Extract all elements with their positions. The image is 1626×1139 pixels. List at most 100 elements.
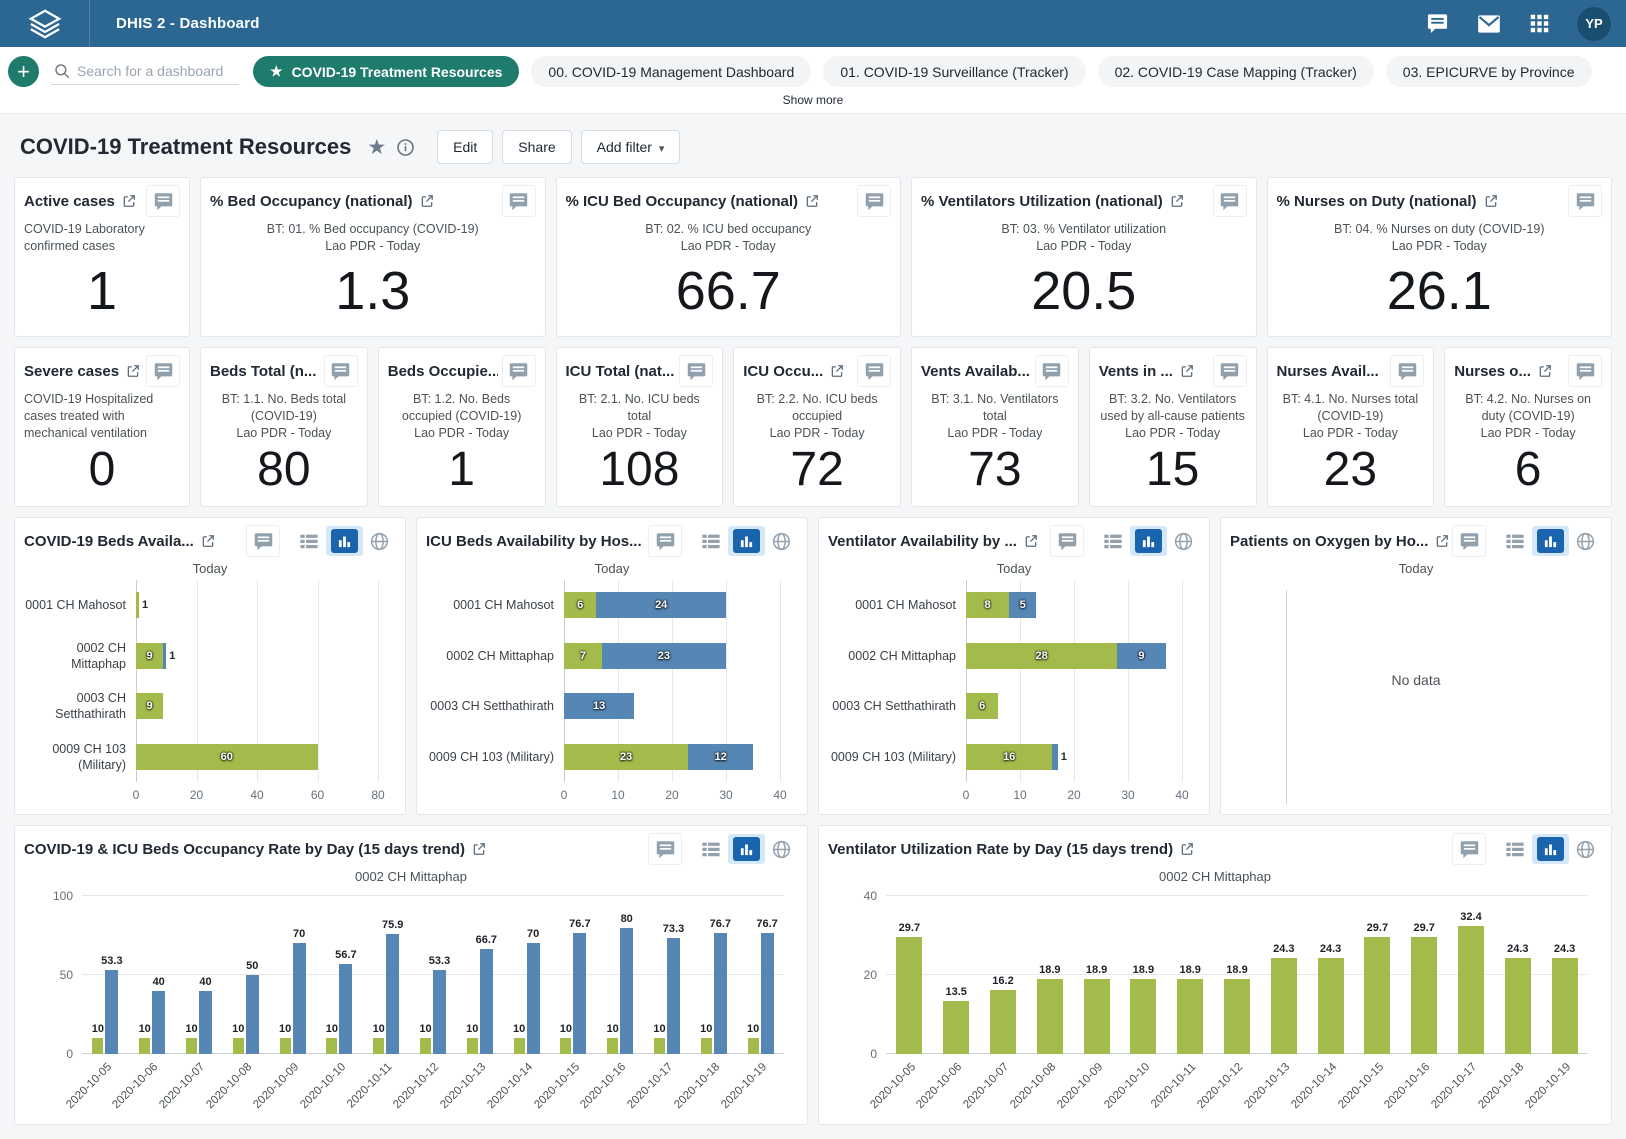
interpretations-button[interactable] [648,525,682,557]
card-title: Beds Occupie... [388,363,498,380]
share-button[interactable]: Share [502,130,571,164]
interpretations-button[interactable] [502,355,536,387]
open-in-app-icon[interactable] [420,194,434,208]
open-in-app-icon[interactable] [1180,364,1194,378]
open-in-app-icon[interactable] [1538,364,1552,378]
dashboard-chip[interactable]: 00. COVID-19 Management Dashboard [531,56,811,87]
chat-icon [1459,839,1480,860]
card-title: Vents Availab... [921,363,1031,380]
info-icon[interactable] [396,138,415,157]
map-view-tab[interactable] [1569,836,1602,863]
interpretations-button[interactable] [502,185,536,217]
edit-button[interactable]: Edit [437,130,493,164]
vertical-bar-chart: 0204029.72020-10-0513.52020-10-0616.2202… [828,886,1602,1118]
interpretations-button[interactable] [1213,355,1247,387]
dhis2-logo[interactable] [0,0,90,47]
dashboard-chip[interactable]: 01. COVID-19 Surveillance (Tracker) [823,56,1085,87]
bar: 56.7 [339,964,352,1054]
table-view-tab[interactable] [292,529,326,554]
search-input[interactable] [77,63,227,79]
dashboard-chip[interactable]: 02. COVID-19 Case Mapping (Tracker) [1098,56,1374,87]
new-dashboard-button[interactable]: + [8,56,39,87]
favorite-star-icon[interactable]: ★ [367,135,386,160]
bar-segment: 6 [966,693,998,719]
map-view-tab[interactable] [1569,528,1602,555]
messages-icon[interactable] [1476,11,1502,37]
interpretations-button[interactable] [857,185,891,217]
x-axis-tick: 40 [1175,788,1188,802]
bar: 18.9 [1084,979,1110,1054]
bar: 32.4 [1458,926,1484,1054]
interpretations-button[interactable] [1568,185,1602,217]
dashboard-search[interactable] [51,58,239,85]
chart-view-tab[interactable] [728,526,765,556]
dashboard-chip[interactable]: ★COVID-19 Treatment Resources [253,56,519,87]
chart-view-tab[interactable] [326,526,363,556]
bar-group: 18.9 [1084,896,1110,1054]
interpretations-button[interactable] [1452,525,1486,557]
interpretations-button[interactable] [1035,355,1069,387]
card-title: Severe cases [24,363,140,380]
bar-value-label: 50 [246,960,258,972]
table-view-tab[interactable] [1498,837,1532,862]
map-view-tab[interactable] [1167,528,1200,555]
x-axis-tick: 10 [1013,788,1026,802]
interpretations-button[interactable] [246,525,280,557]
open-in-app-icon[interactable] [1484,194,1498,208]
x-axis-tick: 80 [371,788,384,802]
interpretations-button[interactable] [1568,355,1602,387]
open-in-app-icon[interactable] [472,842,486,856]
bar-value-label: 18.9 [1226,964,1247,976]
table-view-tab[interactable] [1096,529,1130,554]
interpretations-button[interactable] [146,185,180,217]
interpretations-icon[interactable] [1426,12,1449,35]
open-in-app-icon[interactable] [1170,194,1184,208]
chart-view-tab[interactable] [1532,834,1569,864]
apps-menu-icon[interactable] [1529,13,1550,34]
interpretations-button[interactable] [679,355,713,387]
map-view-tab[interactable] [765,836,798,863]
map-view-tab[interactable] [363,528,396,555]
interpretations-button[interactable] [1050,525,1084,557]
chart-view-tab[interactable] [1130,526,1167,556]
interpretations-button[interactable] [1452,833,1486,865]
open-in-app-icon[interactable] [1180,842,1194,856]
interpretations-button[interactable] [1213,185,1247,217]
open-in-app-icon[interactable] [126,364,140,378]
interpretations-button[interactable] [146,355,180,387]
user-avatar[interactable]: YP [1577,7,1611,41]
x-axis-tick: 2020-10-17 [625,1061,675,1111]
open-in-app-icon[interactable] [830,364,844,378]
x-axis-tick: 2020-10-13 [1242,1061,1292,1111]
add-filter-button[interactable]: Add filter▾ [581,130,681,164]
dashboard-chip[interactable]: 03. EPICURVE by Province [1386,56,1592,87]
value-card: Vents in ...BT: 3.2. No. Ventilators use… [1089,347,1257,507]
bar: 29.7 [1364,937,1390,1054]
open-in-app-icon[interactable] [201,534,215,548]
interpretations-button[interactable] [857,355,891,387]
x-axis-tick: 2020-10-19 [719,1061,769,1111]
bar: 76.7 [573,933,586,1054]
star-icon: ★ [270,63,283,80]
x-axis-tick: 2020-10-19 [1523,1061,1573,1111]
open-in-app-icon[interactable] [1024,534,1038,548]
bar-segment: 9 [1117,643,1166,669]
chart-view-tab[interactable] [728,834,765,864]
table-view-tab[interactable] [694,529,728,554]
chart-category-row: 0009 CH 103 (Military)2312 [426,732,780,783]
interpretations-button[interactable] [648,833,682,865]
table-view-tab[interactable] [694,837,728,862]
table-icon [1504,840,1526,859]
chart-title: Ventilator Utilization Rate by Day (15 d… [828,841,1194,858]
map-view-tab[interactable] [765,528,798,555]
interpretations-button[interactable] [1390,355,1424,387]
open-in-app-icon[interactable] [805,194,819,208]
chart-view-tab[interactable] [1532,526,1569,556]
open-in-app-icon[interactable] [1435,534,1448,548]
chat-icon [253,531,274,552]
open-in-app-icon[interactable] [122,194,136,208]
interpretations-button[interactable] [324,355,358,387]
table-view-tab[interactable] [1498,529,1532,554]
chart-category-row: 0001 CH Mahosot85 [828,580,1182,631]
chart-subtitle: Today [828,561,1200,576]
